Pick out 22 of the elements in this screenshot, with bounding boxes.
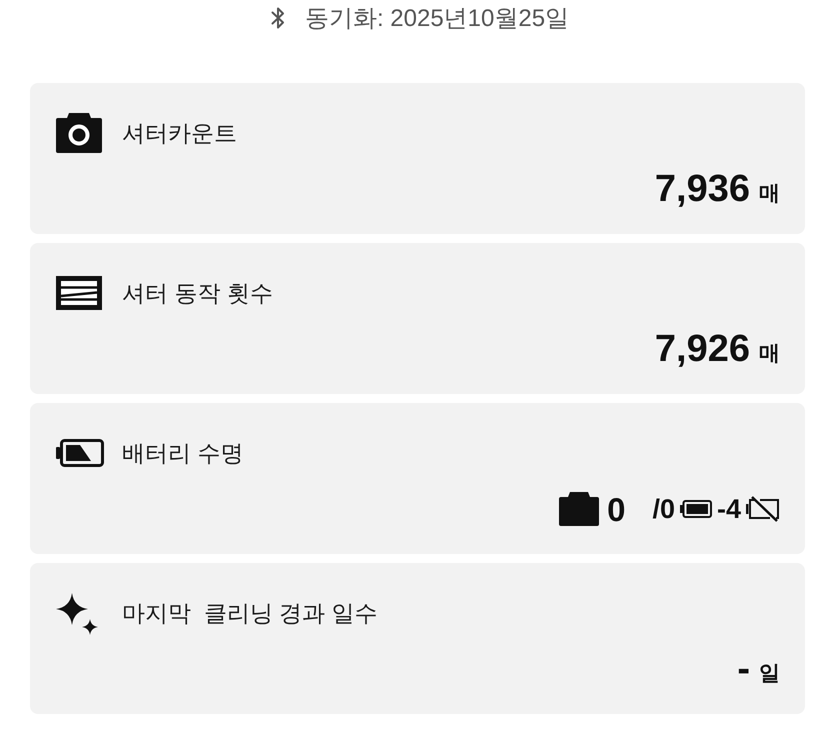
battery-reading: 0: [607, 492, 626, 526]
bluetooth-icon: [270, 6, 285, 30]
card-title: 마지막 클리닝 경과 일수: [122, 598, 378, 628]
count-value: 7,926: [654, 330, 750, 368]
battery-icon: [56, 439, 104, 467]
unit-label: 일: [759, 660, 780, 684]
card-title: 셔터 동작 횟수: [122, 278, 273, 308]
unit-label: 매: [759, 340, 780, 364]
card-title: 셔터카운트: [122, 118, 237, 148]
sync-date: 동기화: 2025년10월25일: [304, 4, 570, 34]
camera-body-icon: [559, 492, 600, 526]
battery-reading: /0: [652, 496, 675, 522]
unit-label: 매: [759, 180, 780, 204]
card-title: 배터리 수명: [122, 438, 244, 468]
camera-icon: [56, 113, 102, 153]
sparkle-icon: [56, 591, 98, 635]
shutter-blades-icon: [56, 276, 102, 310]
count-value: -: [737, 650, 750, 688]
battery-slash-icon: [746, 496, 780, 522]
battery-reading: -4: [716, 496, 741, 522]
count-value: 7,936: [654, 170, 750, 208]
battery-icon: [680, 500, 712, 518]
